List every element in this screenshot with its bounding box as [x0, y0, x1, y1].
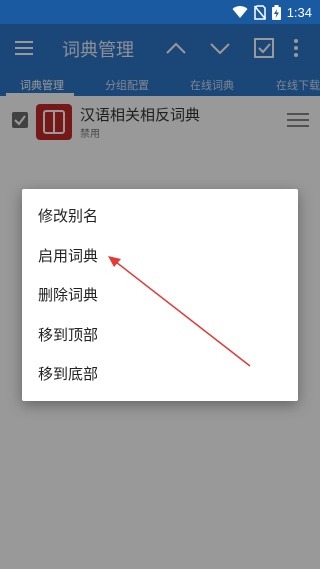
wifi-icon	[232, 6, 248, 19]
menu-item-enable[interactable]: 启用词典	[22, 237, 298, 277]
status-icons: 1:34	[232, 3, 312, 21]
status-bar: 1:34	[0, 0, 320, 24]
context-menu-dialog: 修改别名 启用词典 删除词典 移到顶部 移到底部	[22, 189, 298, 401]
status-time: 1:34	[286, 4, 312, 20]
menu-item-rename[interactable]: 修改别名	[22, 197, 298, 237]
battery-charging-icon	[271, 4, 281, 20]
menu-item-move-top[interactable]: 移到顶部	[22, 316, 298, 356]
menu-item-move-bottom[interactable]: 移到底部	[22, 355, 298, 395]
sim-off-icon	[253, 4, 266, 20]
menu-item-delete[interactable]: 删除词典	[22, 276, 298, 316]
